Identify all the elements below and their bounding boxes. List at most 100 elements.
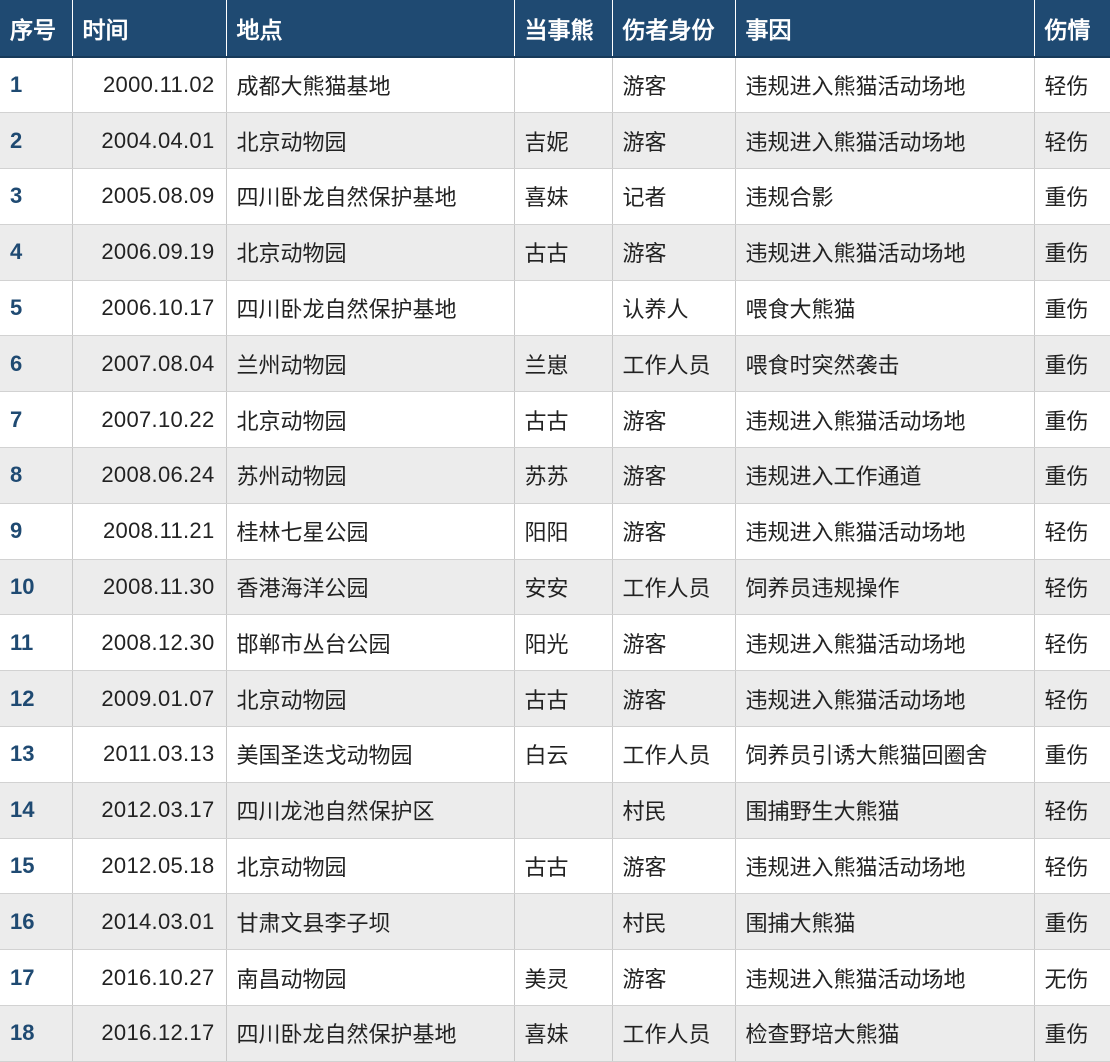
cell-victim-identity: 游客 bbox=[612, 447, 736, 504]
cell-date: 2011.03.13 bbox=[72, 726, 227, 783]
cell-bear bbox=[514, 893, 613, 951]
cell-cause: 违规进入熊猫活动场地 bbox=[735, 670, 1035, 728]
table-row: 6 2007.08.04 兰州动物园 兰崽 工作人员 喂食时突然袭击 重伤 bbox=[0, 335, 1110, 393]
cell-index: 8 bbox=[0, 447, 73, 504]
table-row: 8 2008.06.24 苏州动物园 苏苏 游客 违规进入工作通道 重伤 bbox=[0, 447, 1110, 504]
cell-cause: 喂食大熊猫 bbox=[735, 280, 1035, 337]
cell-injury: 轻伤 bbox=[1034, 559, 1110, 616]
cell-bear: 美灵 bbox=[514, 949, 613, 1007]
cell-bear: 白云 bbox=[514, 726, 613, 783]
cell-index: 13 bbox=[0, 726, 73, 783]
cell-bear: 安安 bbox=[514, 559, 613, 616]
cell-location: 甘肃文县李子坝 bbox=[226, 893, 515, 951]
table-row: 5 2006.10.17 四川卧龙自然保护基地 认养人 喂食大熊猫 重伤 bbox=[0, 280, 1110, 337]
cell-victim-identity: 游客 bbox=[612, 670, 736, 728]
cell-victim-identity: 工作人员 bbox=[612, 1005, 736, 1062]
cell-date: 2012.03.17 bbox=[72, 782, 227, 839]
cell-injury: 轻伤 bbox=[1034, 614, 1110, 672]
cell-date: 2006.09.19 bbox=[72, 224, 227, 281]
cell-bear: 喜妹 bbox=[514, 1005, 613, 1062]
cell-index: 4 bbox=[0, 224, 73, 281]
cell-victim-identity: 游客 bbox=[612, 391, 736, 449]
cell-index: 6 bbox=[0, 335, 73, 393]
cell-date: 2014.03.01 bbox=[72, 893, 227, 951]
cell-cause: 违规进入熊猫活动场地 bbox=[735, 57, 1035, 114]
panda-incident-table: 序号 时间 地点 当事熊 伤者身份 事因 伤情 1 2000.11.02 成都大熊猫… bbox=[0, 0, 1110, 1062]
cell-bear: 古古 bbox=[514, 838, 613, 895]
cell-location: 北京动物园 bbox=[226, 391, 515, 449]
cell-injury: 重伤 bbox=[1034, 893, 1110, 951]
cell-index: 2 bbox=[0, 112, 73, 170]
cell-bear: 苏苏 bbox=[514, 447, 613, 504]
cell-bear: 古古 bbox=[514, 670, 613, 728]
cell-cause: 违规进入工作通道 bbox=[735, 447, 1035, 504]
cell-cause: 违规进入熊猫活动场地 bbox=[735, 391, 1035, 449]
cell-victim-identity: 村民 bbox=[612, 893, 736, 951]
cell-injury: 轻伤 bbox=[1034, 782, 1110, 839]
cell-cause: 饲养员违规操作 bbox=[735, 559, 1035, 616]
cell-injury: 重伤 bbox=[1034, 280, 1110, 337]
cell-cause: 违规进入熊猫活动场地 bbox=[735, 614, 1035, 672]
cell-location: 北京动物园 bbox=[226, 670, 515, 728]
cell-date: 2007.08.04 bbox=[72, 335, 227, 393]
table-row: 18 2016.12.17 四川卧龙自然保护基地 喜妹 工作人员 检查野培大熊猫 重伤 bbox=[0, 1005, 1110, 1062]
cell-location: 四川龙池自然保护区 bbox=[226, 782, 515, 839]
cell-injury: 轻伤 bbox=[1034, 670, 1110, 728]
cell-cause: 违规进入熊猫活动场地 bbox=[735, 503, 1035, 560]
cell-victim-identity: 游客 bbox=[612, 224, 736, 281]
cell-cause: 违规进入熊猫活动场地 bbox=[735, 224, 1035, 281]
cell-date: 2008.12.30 bbox=[72, 614, 227, 672]
cell-cause: 违规进入熊猫活动场地 bbox=[735, 838, 1035, 895]
cell-bear bbox=[514, 57, 613, 114]
cell-location: 桂林七星公园 bbox=[226, 503, 515, 560]
cell-victim-identity: 游客 bbox=[612, 112, 736, 170]
cell-injury: 轻伤 bbox=[1034, 57, 1110, 114]
cell-location: 兰州动物园 bbox=[226, 335, 515, 393]
cell-bear bbox=[514, 782, 613, 839]
cell-victim-identity: 认养人 bbox=[612, 280, 736, 337]
header-row: 序号 时间 地点 当事熊 伤者身份 事因 伤情 bbox=[0, 0, 1110, 58]
cell-location: 四川卧龙自然保护基地 bbox=[226, 1005, 515, 1062]
table-row: 17 2016.10.27 南昌动物园 美灵 游客 违规进入熊猫活动场地 无伤 bbox=[0, 949, 1110, 1007]
cell-date: 2016.12.17 bbox=[72, 1005, 227, 1062]
table-header: 序号 时间 地点 当事熊 伤者身份 事因 伤情 bbox=[0, 0, 1110, 58]
cell-injury: 重伤 bbox=[1034, 1005, 1110, 1062]
cell-bear: 阳阳 bbox=[514, 503, 613, 560]
cell-bear: 吉妮 bbox=[514, 112, 613, 170]
cell-bear: 喜妹 bbox=[514, 168, 613, 225]
cell-date: 2008.11.21 bbox=[72, 503, 227, 560]
table-row: 7 2007.10.22 北京动物园 古古 游客 违规进入熊猫活动场地 重伤 bbox=[0, 391, 1110, 449]
table-body: 1 2000.11.02 成都大熊猫基地 游客 违规进入熊猫活动场地 轻伤 2 2004.04… bbox=[0, 57, 1110, 1062]
cell-location: 美国圣迭戈动物园 bbox=[226, 726, 515, 783]
cell-date: 2004.04.01 bbox=[72, 112, 227, 170]
header-injury: 伤情 bbox=[1034, 0, 1110, 58]
cell-bear: 古古 bbox=[514, 391, 613, 449]
cell-injury: 轻伤 bbox=[1034, 112, 1110, 170]
cell-victim-identity: 记者 bbox=[612, 168, 736, 225]
cell-cause: 围捕野生大熊猫 bbox=[735, 782, 1035, 839]
cell-victim-identity: 游客 bbox=[612, 57, 736, 114]
cell-injury: 重伤 bbox=[1034, 224, 1110, 281]
table-row: 11 2008.12.30 邯郸市丛台公园 阳光 游客 违规进入熊猫活动场地 轻伤 bbox=[0, 614, 1110, 672]
cell-index: 5 bbox=[0, 280, 73, 337]
cell-victim-identity: 工作人员 bbox=[612, 559, 736, 616]
cell-injury: 重伤 bbox=[1034, 726, 1110, 783]
cell-date: 2008.06.24 bbox=[72, 447, 227, 504]
cell-location: 成都大熊猫基地 bbox=[226, 57, 515, 114]
cell-index: 12 bbox=[0, 670, 73, 728]
cell-index: 11 bbox=[0, 614, 73, 672]
cell-victim-identity: 游客 bbox=[612, 949, 736, 1007]
table-row: 14 2012.03.17 四川龙池自然保护区 村民 围捕野生大熊猫 轻伤 bbox=[0, 782, 1110, 839]
cell-cause: 饲养员引诱大熊猫回圈舍 bbox=[735, 726, 1035, 783]
cell-cause: 违规进入熊猫活动场地 bbox=[735, 949, 1035, 1007]
cell-index: 9 bbox=[0, 503, 73, 560]
cell-injury: 重伤 bbox=[1034, 391, 1110, 449]
cell-cause: 检查野培大熊猫 bbox=[735, 1005, 1035, 1062]
cell-injury: 重伤 bbox=[1034, 447, 1110, 504]
cell-index: 1 bbox=[0, 57, 73, 114]
cell-injury: 重伤 bbox=[1034, 335, 1110, 393]
cell-date: 2007.10.22 bbox=[72, 391, 227, 449]
cell-index: 15 bbox=[0, 838, 73, 895]
cell-index: 10 bbox=[0, 559, 73, 616]
cell-date: 2016.10.27 bbox=[72, 949, 227, 1007]
